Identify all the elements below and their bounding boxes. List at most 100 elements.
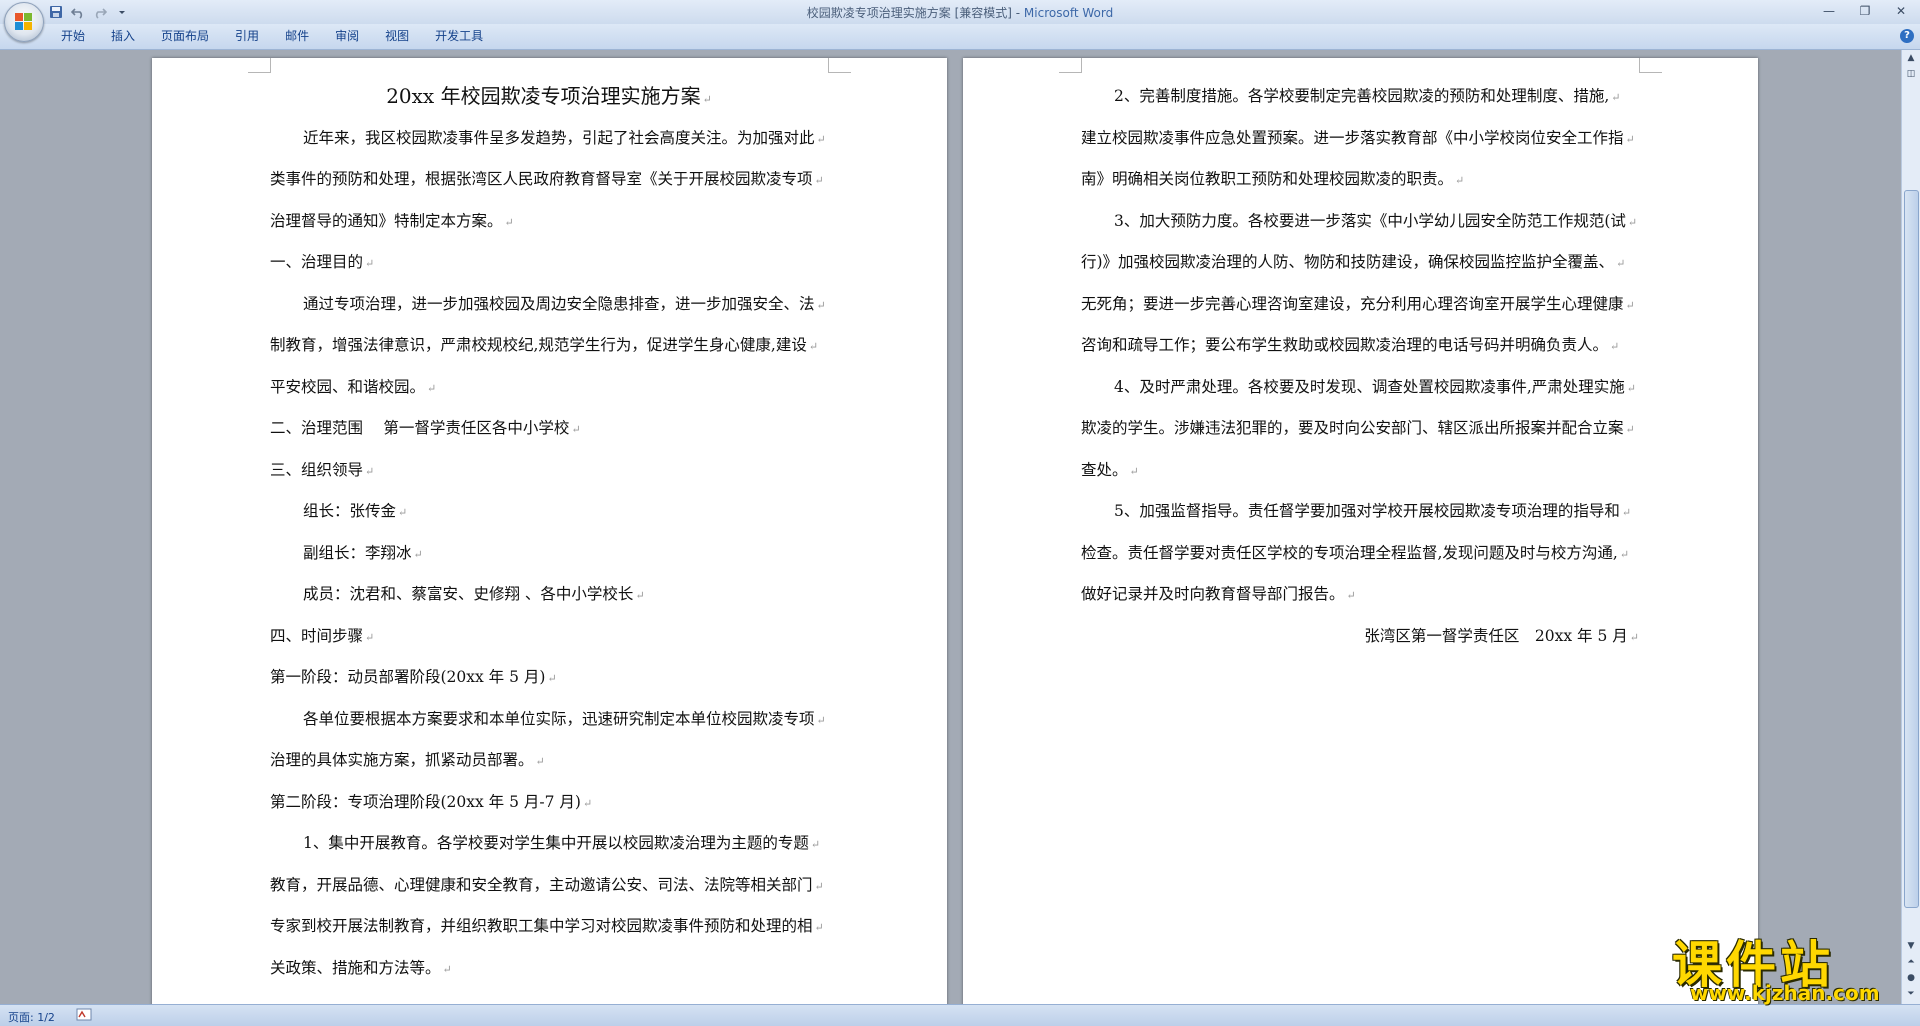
text-line[interactable]: 教育，开展品德、心理健康和安全教育，主动邀请公安、司法、法院等相关部门 ↵ bbox=[270, 865, 828, 907]
line-text: 治理督导的通知》特制定本方案。 bbox=[270, 211, 503, 230]
paragraph-mark-icon: ↵ bbox=[413, 547, 423, 561]
paragraph-mark-icon: ↵ bbox=[1455, 174, 1465, 187]
text-line[interactable]: 副组长：李翔冰 ↵ bbox=[270, 533, 828, 575]
line-text: 制教育，增强法律意识，严肃校规校纪,规范学生行为，促进学生身心健康,建设 bbox=[270, 336, 807, 354]
text-line[interactable]: 行)》加强校园欺凌治理的人防、物防和技防建设，确保校园监控监护全覆盖、 ↵ bbox=[1081, 242, 1639, 284]
text-line[interactable]: 成员：沈君和、蔡富安、史修翔 、各中小学校长 ↵ bbox=[270, 574, 828, 616]
text-line[interactable]: 查处。 ↵ bbox=[1081, 450, 1639, 492]
maximize-button[interactable]: ❐ bbox=[1852, 2, 1878, 20]
text-line[interactable]: 各单位要根据本方案要求和本单位实际，迅速研究制定本单位校园欺凌专项 ↵ bbox=[270, 699, 828, 741]
text-line[interactable]: 3、加大预防力度。各校要进一步落实《中小学幼儿园安全防范工作规范(试 ↵ bbox=[1081, 201, 1639, 243]
minimize-button[interactable]: — bbox=[1816, 2, 1842, 20]
margin-marker bbox=[1639, 58, 1662, 73]
text-line[interactable]: 治理督导的通知》特制定本方案。 ↵ bbox=[270, 201, 828, 243]
tab-home[interactable]: 开始 bbox=[48, 24, 98, 49]
window-controls: — ❐ ✕ bbox=[1816, 2, 1914, 20]
line-text: 专家到校开展法制教育，并组织教职工集中学习对校园欺凌事件预防和处理的相 bbox=[270, 917, 813, 935]
paragraph-mark-icon: ↵ bbox=[547, 672, 557, 685]
paragraph-mark-icon: ↵ bbox=[1629, 630, 1639, 644]
document-page-1[interactable]: 20xx 年校园欺凌专项治理实施方案 ↵ 近年来，我区校园欺凌事件呈多发趋势，引起了… bbox=[152, 58, 947, 1004]
text-line[interactable]: 四、时间步骤 ↵ bbox=[270, 616, 828, 658]
next-page-icon[interactable]: ⏷ bbox=[1903, 986, 1919, 1002]
text-line[interactable]: 近年来，我区校园欺凌事件呈多发趋势，引起了社会高度关注。为加强对此 ↵ bbox=[270, 118, 828, 160]
close-button[interactable]: ✕ bbox=[1888, 2, 1914, 20]
text-line[interactable]: 2、完善制度措施。各学校要制定完善校园欺凌的预防和处理制度、措施, ↵ bbox=[1081, 76, 1639, 118]
line-text: 做好记录并及时向教育督导部门报告。 bbox=[1081, 585, 1345, 603]
paragraph-mark-icon: ↵ bbox=[816, 132, 826, 146]
text-line[interactable]: 南》明确相关岗位教职工预防和处理校园欺凌的职责。 ↵ bbox=[1081, 159, 1639, 201]
vertical-scrollbar[interactable]: ▲ ◫ ▼ ⏶ ● ⏷ bbox=[1901, 50, 1920, 1004]
text-line[interactable]: 一、治理目的 ↵ bbox=[270, 242, 828, 284]
ruler-toggle-icon[interactable]: ◫ bbox=[1903, 66, 1919, 82]
office-button[interactable] bbox=[4, 2, 44, 42]
paragraph-mark-icon: ↵ bbox=[398, 506, 408, 519]
text-line[interactable]: 第一阶段：动员部署阶段(20xx 年 5 月) ↵ bbox=[270, 657, 828, 699]
text-line[interactable]: 1、集中开展教育。各学校要对学生集中开展以校园欺凌治理为主题的专题 ↵ bbox=[270, 823, 828, 865]
scrollbar-thumb[interactable] bbox=[1904, 190, 1919, 908]
line-text: 南》明确相关岗位教职工预防和处理校园欺凌的职责。 bbox=[1081, 170, 1454, 188]
text-line[interactable]: 二、治理范围 第一督学责任区各中小学校 ↵ bbox=[270, 408, 828, 450]
text-line[interactable]: 关政策、措施和方法等。 ↵ bbox=[270, 948, 828, 990]
paragraph-mark-icon: ↵ bbox=[1627, 215, 1638, 229]
text-line[interactable]: 张湾区第一督学责任区 20xx 年 5 月 ↵ bbox=[1081, 616, 1639, 658]
text-line[interactable]: 咨询和疏导工作；要公布学生救助或校园欺凌治理的电话号码并明确负责人。 ↵ bbox=[1081, 325, 1639, 367]
previous-page-icon[interactable]: ⏶ bbox=[1903, 954, 1919, 970]
text-line[interactable]: 三、组织领导 ↵ bbox=[270, 450, 828, 492]
text-line[interactable]: 20xx 年校园欺凌专项治理实施方案 ↵ bbox=[270, 76, 828, 118]
paragraph-mark-icon: ↵ bbox=[1626, 381, 1637, 395]
text-line[interactable]: 无死角；要进一步完善心理咨询室建设，充分利用心理咨询室开展学生心理健康 ↵ bbox=[1081, 284, 1639, 326]
tab-insert[interactable]: 插入 bbox=[98, 24, 148, 49]
scroll-down-icon[interactable]: ▼ bbox=[1903, 938, 1919, 954]
text-line[interactable]: 4、及时严肃处理。各校要及时发现、调查处置校园欺凌事件,严肃处理实施 ↵ bbox=[1081, 367, 1639, 409]
tab-mailings[interactable]: 邮件 bbox=[272, 24, 322, 49]
paragraph-mark-icon: ↵ bbox=[814, 921, 824, 934]
scroll-up-icon[interactable]: ▲ bbox=[1903, 50, 1919, 66]
line-text: 咨询和疏导工作；要公布学生救助或校园欺凌治理的电话号码并明确负责人。 bbox=[1081, 336, 1609, 354]
text-line[interactable]: 欺凌的学生。涉嫌违法犯罪的，要及时向公安部门、辖区派出所报案并配合立案 ↵ bbox=[1081, 408, 1639, 450]
ribbon-tabs-bar: 开始 插入 页面布局 引用 邮件 审阅 视图 开发工具 ? bbox=[0, 24, 1920, 50]
text-line[interactable]: 平安校园、和谐校园。 ↵ bbox=[270, 367, 828, 409]
line-text: 行)》加强校园欺凌治理的人防、物防和技防建设，确保校园监控监护全覆盖、 bbox=[1081, 253, 1615, 271]
tab-review[interactable]: 审阅 bbox=[322, 24, 372, 49]
paragraph-mark-icon: ↵ bbox=[814, 174, 824, 187]
paragraph-mark-icon: ↵ bbox=[1625, 298, 1635, 312]
tab-page-layout[interactable]: 页面布局 bbox=[148, 24, 222, 49]
text-line[interactable]: 组长：张传金 ↵ bbox=[270, 491, 828, 533]
line-text: 四、时间步骤 bbox=[270, 626, 364, 645]
status-bar: 页面: 1/2 bbox=[0, 1004, 1920, 1026]
text-line[interactable]: 建立校园欺凌事件应急处置预案。进一步落实教育部《中小学校岗位安全工作指 ↵ bbox=[1081, 118, 1639, 160]
line-text: 各单位要根据本方案要求和本单位实际，迅速研究制定本单位校园欺凌专项 bbox=[303, 709, 815, 728]
text-line[interactable]: 5、加强监督指导。责任督学要加强对学校开展校园欺凌专项治理的指导和 ↵ bbox=[1081, 491, 1639, 533]
line-text: 20xx 年校园欺凌专项治理实施方案 bbox=[386, 84, 701, 108]
page-count[interactable]: 页面: 1/2 bbox=[8, 1009, 55, 1025]
page-2-text[interactable]: 2、完善制度措施。各学校要制定完善校园欺凌的预防和处理制度、措施, ↵ 建立校园欺凌… bbox=[1081, 76, 1639, 657]
line-text: 成员：沈君和、蔡富安、史修翔 、各中小学校长 bbox=[303, 585, 634, 603]
proofing-icon[interactable] bbox=[76, 1008, 92, 1022]
line-text: 组长：张传金 bbox=[303, 502, 397, 520]
text-line[interactable]: 治理的具体实施方案，抓紧动员部署。 ↵ bbox=[270, 740, 828, 782]
line-text: 检查。责任督学要对责任区学校的专项治理全程监督,发现问题及时与校方沟通, bbox=[1081, 543, 1618, 562]
document-title: 校园欺凌专项治理实施方案 [兼容模式] - bbox=[806, 6, 1024, 20]
text-line[interactable]: 制教育，增强法律意识，严肃校规校纪,规范学生行为，促进学生身心健康,建设 ↵ bbox=[270, 325, 828, 367]
help-icon[interactable]: ? bbox=[1900, 29, 1914, 43]
tab-view[interactable]: 视图 bbox=[372, 24, 422, 49]
paragraph-mark-icon: ↵ bbox=[1346, 589, 1356, 602]
paragraph-mark-icon: ↵ bbox=[1129, 464, 1139, 478]
text-line[interactable]: 通过专项治理，进一步加强校园及周边安全隐患排查，进一步加强安全、法 ↵ bbox=[270, 284, 828, 326]
page-1-text[interactable]: 20xx 年校园欺凌专项治理实施方案 ↵ 近年来，我区校园欺凌事件呈多发趋势，引起了… bbox=[270, 76, 828, 989]
title-bar: 校园欺凌专项治理实施方案 [兼容模式] - Microsoft Word — ❐… bbox=[0, 0, 1920, 24]
margin-marker bbox=[1059, 58, 1082, 73]
watermark-logo: 课件站 www.kjzhan.com bbox=[1672, 925, 1902, 1005]
tab-references[interactable]: 引用 bbox=[222, 24, 272, 49]
text-line[interactable]: 专家到校开展法制教育，并组织教职工集中学习对校园欺凌事件预防和处理的相 ↵ bbox=[270, 906, 828, 948]
line-text: 近年来，我区校园欺凌事件呈多发趋势，引起了社会高度关注。为加强对此 bbox=[303, 128, 815, 147]
document-page-2[interactable]: 2、完善制度措施。各学校要制定完善校园欺凌的预防和处理制度、措施, ↵ 建立校园欺凌… bbox=[963, 58, 1758, 1004]
text-line[interactable]: 做好记录并及时向教育督导部门报告。 ↵ bbox=[1081, 574, 1639, 616]
tab-developer[interactable]: 开发工具 bbox=[422, 24, 496, 49]
text-line[interactable]: 第二阶段：专项治理阶段(20xx 年 5 月-7 月) ↵ bbox=[270, 782, 828, 824]
document-area[interactable]: 20xx 年校园欺凌专项治理实施方案 ↵ 近年来，我区校园欺凌事件呈多发趋势，引起了… bbox=[0, 50, 1902, 1004]
text-line[interactable]: 检查。责任督学要对责任区学校的专项治理全程监督,发现问题及时与校方沟通, ↵ bbox=[1081, 533, 1639, 575]
line-text: 查处。 bbox=[1081, 460, 1128, 479]
browse-object-icon[interactable]: ● bbox=[1903, 970, 1919, 986]
text-line[interactable]: 类事件的预防和处理，根据张湾区人民政府教育督导室《关于开展校园欺凌专项 ↵ bbox=[270, 159, 828, 201]
